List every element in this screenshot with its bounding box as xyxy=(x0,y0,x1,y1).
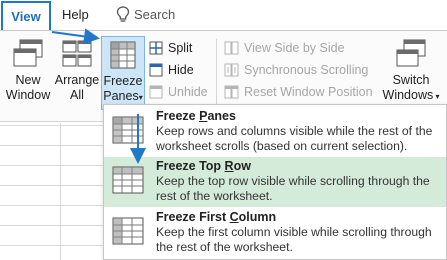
reset-window-position-icon xyxy=(224,85,239,99)
unhide-icon xyxy=(149,85,163,99)
menu-item-title: Freeze First Column xyxy=(156,210,277,224)
menu-item-title: Freeze Top Row xyxy=(156,159,251,173)
tell-me-search[interactable]: Search xyxy=(116,6,175,23)
freeze-panes-icon xyxy=(110,41,136,69)
switch-windows-label-1: Switch xyxy=(392,73,430,87)
reset-window-position-button[interactable]: Reset Window Position xyxy=(224,82,373,102)
hide-button[interactable]: Hide xyxy=(149,60,194,80)
freeze-first-column-icon xyxy=(112,217,144,245)
view-side-by-side-icon xyxy=(224,41,239,55)
switch-windows-icon xyxy=(396,39,426,67)
tab-view[interactable]: View xyxy=(1,1,51,30)
synchronous-scrolling-icon xyxy=(224,63,239,77)
split-label: Split xyxy=(168,41,193,55)
menu-item-title: Freeze Panes xyxy=(156,109,236,123)
freeze-top-row-icon xyxy=(112,166,144,194)
unhide-label: Unhide xyxy=(168,85,208,99)
menu-item-freeze-panes[interactable]: Freeze Panes Keep rows and columns visib… xyxy=(104,107,446,157)
freeze-panes-option-icon xyxy=(112,116,144,144)
view-side-by-side-label: View Side by Side xyxy=(244,41,345,55)
dropdown-caret-icon: ▾ xyxy=(138,93,143,102)
synchronous-scrolling-button[interactable]: Synchronous Scrolling xyxy=(224,60,368,80)
dropdown-caret-icon: ▾ xyxy=(433,92,440,101)
search-label: Search xyxy=(134,7,176,22)
ribbon-tab-bar: View Help Search xyxy=(0,0,447,30)
ribbon-separator xyxy=(216,39,217,107)
arrange-all-label-2: All xyxy=(70,88,84,102)
unhide-button[interactable]: Unhide xyxy=(149,82,208,102)
freeze-panes-menu: Freeze Panes Keep rows and columns visib… xyxy=(103,104,447,260)
new-window-label-1: New xyxy=(15,73,41,87)
lightbulb-icon xyxy=(116,6,130,22)
split-button[interactable]: Split xyxy=(149,38,192,58)
hide-label: Hide xyxy=(168,63,194,77)
freeze-panes-button[interactable]: Freeze Panes▾ xyxy=(101,36,145,110)
menu-item-freeze-first-column[interactable]: Freeze First Column Keep the first colum… xyxy=(104,208,446,258)
menu-item-description: Keep rows and columns visible while the … xyxy=(156,124,433,153)
split-icon xyxy=(149,41,163,55)
synchronous-scrolling-label: Synchronous Scrolling xyxy=(244,63,369,77)
new-window-label-2: Window xyxy=(5,88,51,102)
tab-help[interactable]: Help xyxy=(62,7,89,22)
menu-item-freeze-top-row[interactable]: Freeze Top Row Keep the top row visible … xyxy=(104,157,446,207)
new-window-button[interactable]: New Window xyxy=(4,36,52,110)
reset-window-position-label: Reset Window Position xyxy=(244,85,373,99)
arrange-all-label-1: Arrange xyxy=(54,73,100,87)
freeze-panes-label-2: Panes▾ xyxy=(103,89,143,103)
new-window-icon xyxy=(13,39,43,67)
view-side-by-side-button[interactable]: View Side by Side xyxy=(224,38,345,58)
freeze-panes-label-1: Freeze xyxy=(103,74,143,88)
switch-windows-button[interactable]: Switch Windows ▾ xyxy=(380,36,442,110)
menu-item-description: Keep the top row visible while scrolling… xyxy=(156,174,430,203)
switch-windows-label-2: Windows ▾ xyxy=(382,88,440,102)
arrange-all-button[interactable]: Arrange All xyxy=(53,36,101,110)
arrange-all-icon xyxy=(62,40,92,67)
hide-icon xyxy=(149,63,163,77)
menu-item-description: Keep the first column visible while scro… xyxy=(156,225,432,254)
